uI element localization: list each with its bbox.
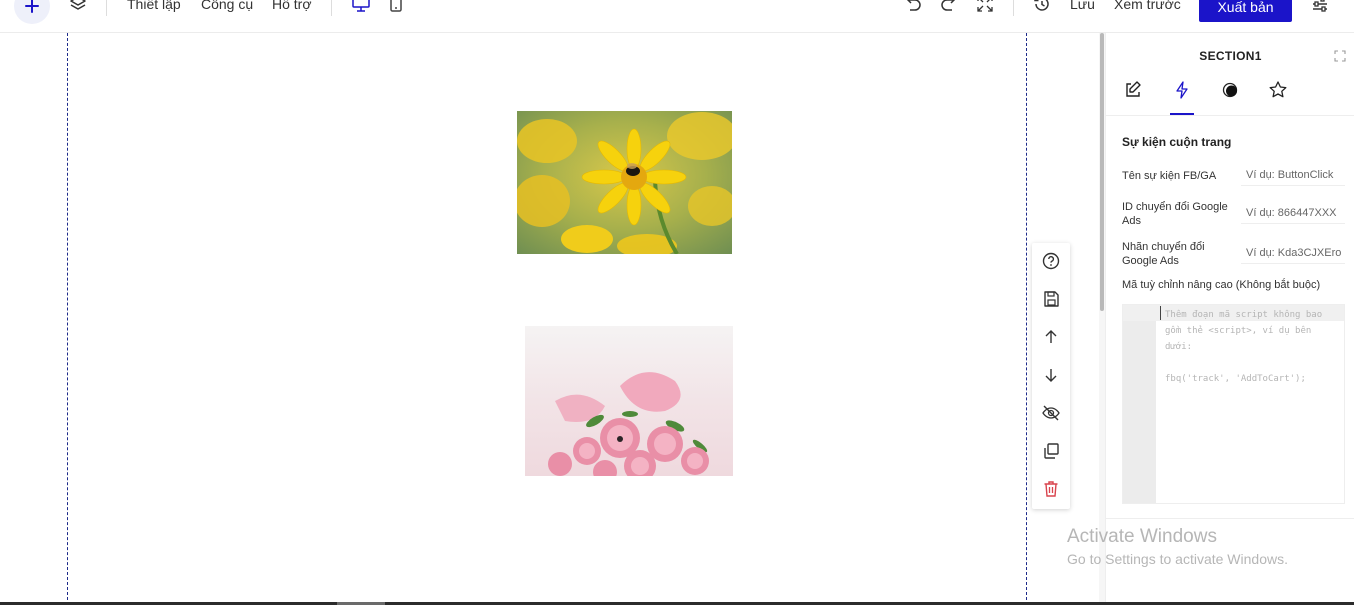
hide-button[interactable] <box>1041 403 1061 423</box>
tab-favorites[interactable] <box>1267 79 1289 101</box>
expand-icon <box>1334 50 1346 62</box>
arrow-down-icon <box>1045 369 1057 382</box>
layers-button[interactable] <box>68 0 88 14</box>
undo-button[interactable] <box>903 0 923 14</box>
code-gutter <box>1123 305 1156 503</box>
divider <box>1013 0 1014 16</box>
custom-code-editor[interactable]: Thêm đoạn mã script không bao gồm thẻ <s… <box>1122 304 1345 504</box>
google-ads-label-label: Nhãn chuyển đổi Google Ads <box>1122 241 1205 267</box>
activate-windows-subtitle: Go to Settings to activate Windows. <box>1067 551 1288 567</box>
section-heading: Sự kiện cuộn trang <box>1122 135 1232 149</box>
roses-image[interactable] <box>525 326 733 476</box>
delete-button[interactable] <box>1041 479 1061 499</box>
menu-tools[interactable]: Công cụ <box>201 0 253 12</box>
redo-button[interactable] <box>939 0 959 14</box>
top-toolbar: Thiết lập Công cụ Hỗ trợ Lưu Xem trước X… <box>0 0 1354 33</box>
google-ads-id-input[interactable] <box>1241 202 1345 224</box>
lightning-icon <box>1176 81 1188 99</box>
menu-help[interactable]: Hỗ trợ <box>272 0 312 12</box>
divider <box>1106 518 1354 519</box>
panel-title: SECTION1 <box>1199 49 1262 63</box>
fullscreen-button[interactable] <box>975 0 995 14</box>
fullscreen-icon <box>977 0 993 12</box>
help-button[interactable] <box>1041 251 1061 271</box>
desktop-view-button[interactable] <box>351 0 371 14</box>
sliders-icon <box>1313 0 1327 12</box>
google-ads-label-input[interactable] <box>1241 242 1345 264</box>
code-placeholder: Thêm đoạn mã script không bao gồm thẻ <s… <box>1165 310 1323 384</box>
settings-sliders-button[interactable] <box>1310 0 1330 14</box>
copy-icon <box>1044 443 1059 459</box>
move-up-button[interactable] <box>1041 327 1061 347</box>
layers-icon <box>70 0 86 10</box>
add-element-button[interactable] <box>14 0 50 24</box>
sunflower-image[interactable] <box>517 111 732 254</box>
menu-settings[interactable]: Thiết lập <box>127 0 181 12</box>
tab-effects[interactable] <box>1219 79 1241 101</box>
element-floating-toolbar <box>1032 243 1070 509</box>
divider <box>331 0 332 16</box>
edit-icon <box>1126 81 1141 97</box>
divider <box>1106 115 1354 116</box>
eye-off-icon <box>1042 405 1060 421</box>
duplicate-button[interactable] <box>1041 441 1061 461</box>
expand-panel-button[interactable] <box>1334 49 1346 62</box>
fb-ga-event-label: Tên sự kiện FB/GA <box>1122 170 1217 182</box>
properties-panel: SECTION1 Sự kiện cuộn trang Tên sự kiện … <box>1105 33 1354 605</box>
fb-ga-event-input[interactable] <box>1241 164 1345 186</box>
section-right-guide <box>1026 33 1027 605</box>
preview-button[interactable]: Xem trước <box>1114 0 1181 12</box>
arrow-up-icon <box>1045 330 1057 343</box>
publish-button[interactable]: Xuất bản <box>1199 0 1292 22</box>
contrast-circle-icon <box>1222 82 1238 98</box>
desktop-icon <box>352 0 370 12</box>
google-ads-id-label: ID chuyển đổi Google Ads <box>1122 201 1228 227</box>
section-left-guide <box>67 33 68 605</box>
help-icon <box>1042 252 1060 270</box>
tab-events[interactable] <box>1171 79 1193 101</box>
redo-icon <box>941 0 956 11</box>
save-button[interactable]: Lưu <box>1070 0 1095 12</box>
mobile-icon <box>390 0 402 12</box>
divider <box>106 0 107 16</box>
advanced-code-label: Mã tuỳ chỉnh nâng cao (Không bắt buộc) <box>1122 279 1321 291</box>
save-block-button[interactable] <box>1041 289 1061 309</box>
plus-icon <box>25 0 39 13</box>
move-down-button[interactable] <box>1041 365 1061 385</box>
star-icon <box>1269 81 1287 98</box>
history-button[interactable] <box>1032 0 1052 14</box>
history-icon <box>1034 0 1049 11</box>
trash-icon <box>1044 481 1058 497</box>
mobile-view-button[interactable] <box>386 0 406 14</box>
floppy-disk-icon <box>1044 291 1059 307</box>
code-cursor <box>1160 306 1161 320</box>
scrollbar-thumb[interactable] <box>1100 33 1104 311</box>
tab-edit[interactable] <box>1122 79 1144 101</box>
undo-icon <box>906 0 921 11</box>
activate-windows-title: Activate Windows <box>1067 526 1217 547</box>
